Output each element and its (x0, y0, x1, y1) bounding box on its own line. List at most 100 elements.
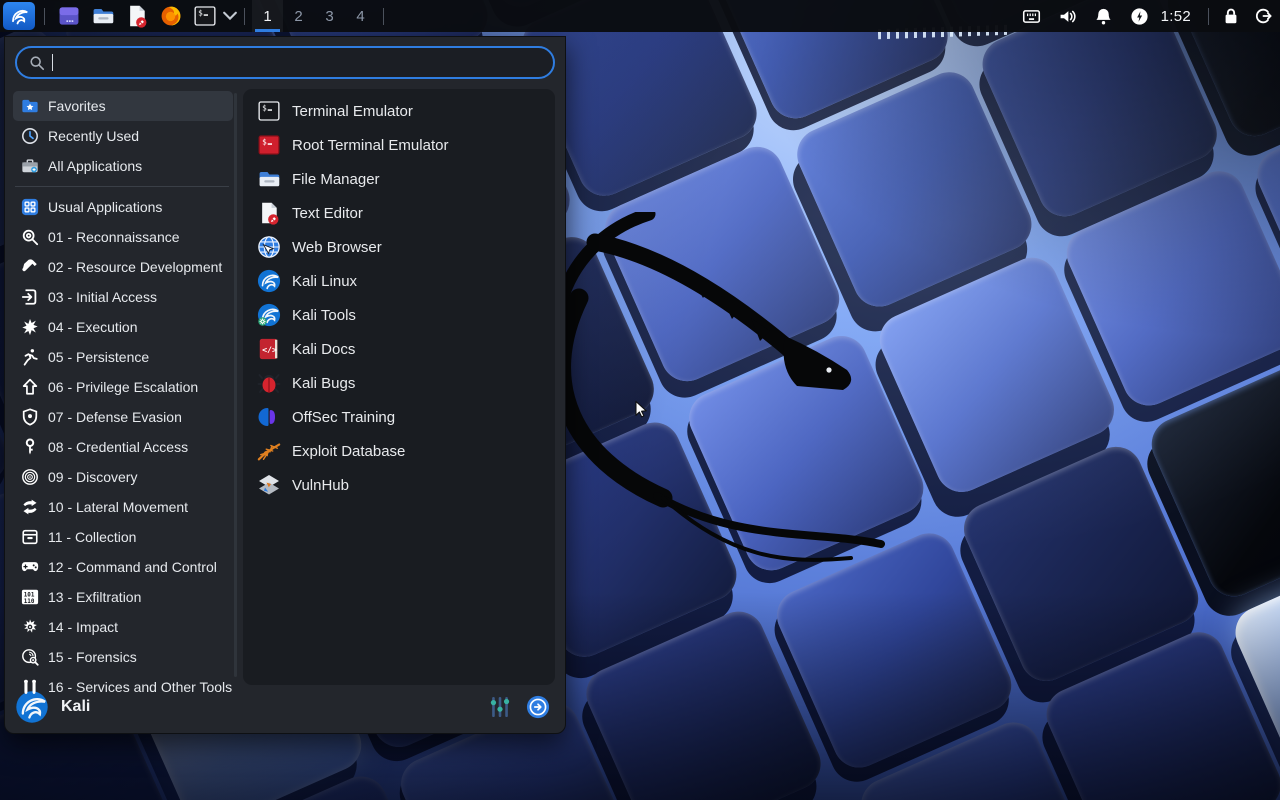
svg-text:$: $ (262, 104, 267, 113)
panel-separator (244, 7, 245, 25)
app-item-web-browser[interactable]: Web Browser (249, 230, 549, 264)
app-item-kali-bugs[interactable]: Kali Bugs (249, 366, 549, 400)
sidebar-item-recently-used[interactable]: Recently Used (13, 121, 233, 151)
app-item-label: Terminal Emulator (292, 102, 413, 120)
whisker-menu: Favorites Recently Used All Applications Us… (4, 36, 566, 734)
sidebar-item-01-reconnaissance[interactable]: 01 - Reconnaissance (13, 222, 233, 252)
chevron-down-icon[interactable] (223, 11, 237, 21)
file-manager-launcher[interactable] (88, 2, 118, 30)
settings-button[interactable] (485, 692, 515, 722)
window-icon (57, 4, 81, 28)
sidebar-item-02-resource-development[interactable]: 02 - Resource Development (13, 252, 233, 282)
sidebar-item-label: Usual Applications (48, 199, 163, 215)
app-item-kali-docs[interactable]: </> Kali Docs (249, 332, 549, 366)
radar-icon (21, 468, 39, 486)
network-tray[interactable] (1017, 2, 1047, 30)
offsec-icon (257, 405, 281, 429)
sidebar-item-13-exfiltration[interactable]: 101 110 13 - Exfiltration (13, 582, 233, 612)
sidebar-item-14-impact[interactable]: 14 - Impact (13, 612, 233, 642)
sidebar-item-06-privilege-escalation[interactable]: 06 - Privilege Escalation (13, 372, 233, 402)
app-item-label: VulnHub (292, 476, 349, 494)
power-manager-tray[interactable] (1125, 2, 1155, 30)
app-grid-icon (21, 198, 39, 216)
session-button[interactable] (523, 692, 553, 722)
volume-tray[interactable] (1053, 2, 1083, 30)
sidebar-item-08-credential-access[interactable]: 08 - Credential Access (13, 432, 233, 462)
app-item-label: Root Terminal Emulator (292, 136, 449, 154)
sidebar-item-label: 05 - Persistence (48, 349, 150, 365)
kali-docs-icon: </> (257, 337, 281, 361)
workspace-3-button[interactable]: 3 (314, 0, 345, 32)
web-browser-icon (257, 235, 281, 259)
search-box[interactable] (15, 46, 555, 79)
workspace-4-button[interactable]: 4 (345, 0, 376, 32)
power-circle-icon (526, 695, 550, 719)
sidebar-separator (15, 186, 229, 187)
app-item-text-editor[interactable]: Text Editor (249, 196, 549, 230)
sidebar-item-09-discovery[interactable]: 09 - Discovery (13, 462, 233, 492)
sidebar-item-label: 04 - Execution (48, 319, 138, 335)
sidebar-item-label: 02 - Resource Development (48, 259, 223, 275)
logout-icon (1254, 7, 1272, 25)
sidebar-scrollbar[interactable] (234, 93, 237, 677)
sidebar-item-label: All Applications (48, 158, 143, 174)
text-editor-icon (125, 4, 149, 28)
favorites-folder-icon (21, 97, 39, 115)
sidebar-item-label: 07 - Defense Evasion (48, 409, 182, 425)
recent-clock-icon (21, 127, 39, 145)
workspace-1-button[interactable]: 1 (252, 0, 283, 32)
sidebar-item-16-services-and-other-tools[interactable]: 16 - Services and Other Tools (13, 672, 233, 702)
sidebar-item-05-persistence[interactable]: 05 - Persistence (13, 342, 233, 372)
sidebar-item-label: 01 - Reconnaissance (48, 229, 180, 245)
burst-icon (21, 318, 39, 336)
notifications-tray[interactable] (1089, 2, 1119, 30)
sidebar-item-usual-applications[interactable]: Usual Applications (13, 192, 233, 222)
sidebar-item-04-execution[interactable]: 04 - Execution (13, 312, 233, 342)
sidebar-item-all-applications[interactable]: All Applications (13, 151, 233, 181)
sidebar-item-12-command-and-control[interactable]: 12 - Command and Control (13, 552, 233, 582)
briefcase-icon (21, 157, 39, 175)
app-item-root-terminal-emulator[interactable]: $ Root Terminal Emulator (249, 128, 549, 162)
app-item-terminal-emulator[interactable]: $ Terminal Emulator (249, 94, 549, 128)
sidebar-item-07-defense-evasion[interactable]: 07 - Defense Evasion (13, 402, 233, 432)
top-panel: $ 1234 1:52 (0, 0, 1280, 32)
app-item-offsec-training[interactable]: OffSec Training (249, 400, 549, 434)
svg-text:</>: </> (262, 345, 277, 355)
sidebar-item-label: 16 - Services and Other Tools (48, 679, 233, 695)
folder-icon (91, 4, 115, 28)
kali-tools-icon (257, 303, 281, 327)
clock[interactable]: 1:52 (1155, 8, 1201, 25)
app-item-label: File Manager (292, 170, 380, 188)
app-item-kali-linux[interactable]: Kali Linux (249, 264, 549, 298)
terminal-launcher[interactable]: $ (190, 2, 220, 30)
app-item-label: Text Editor (292, 204, 363, 222)
sidebar-item-favorites[interactable]: Favorites (13, 91, 233, 121)
sidebar-item-11-collection[interactable]: 11 - Collection (13, 522, 233, 552)
app-item-exploit-database[interactable]: Exploit Database (249, 434, 549, 468)
firefox-launcher[interactable] (156, 2, 186, 30)
applications-menu-button[interactable] (3, 2, 35, 30)
panel-separator (44, 7, 45, 25)
category-sidebar: Favorites Recently Used All Applications Us… (13, 89, 237, 695)
logout-button[interactable] (1248, 2, 1278, 30)
sidebar-item-15-forensics[interactable]: 15 - Forensics (13, 642, 233, 672)
search-input[interactable] (61, 54, 541, 71)
sidebar-item-label: 12 - Command and Control (48, 559, 217, 575)
app-item-label: Kali Bugs (292, 374, 356, 392)
text-editor-launcher[interactable] (122, 2, 152, 30)
app-item-file-manager[interactable]: File Manager (249, 162, 549, 196)
firefox-icon (159, 4, 183, 28)
app-item-kali-tools[interactable]: Kali Tools (249, 298, 549, 332)
app-item-label: OffSec Training (292, 408, 396, 426)
app-item-vulnhub[interactable]: VulnHub (249, 468, 549, 502)
lock-screen-button[interactable] (1216, 2, 1246, 30)
app-item-label: Kali Docs (292, 340, 356, 358)
show-desktop-launcher[interactable] (54, 2, 84, 30)
workspace-2-button[interactable]: 2 (283, 0, 314, 32)
svg-text:$: $ (262, 138, 267, 147)
app-item-label: Web Browser (292, 238, 382, 256)
sidebar-item-label: Favorites (48, 98, 106, 114)
magnifier-icon (21, 228, 39, 246)
sidebar-item-03-initial-access[interactable]: 03 - Initial Access (13, 282, 233, 312)
sidebar-item-10-lateral-movement[interactable]: 10 - Lateral Movement (13, 492, 233, 522)
